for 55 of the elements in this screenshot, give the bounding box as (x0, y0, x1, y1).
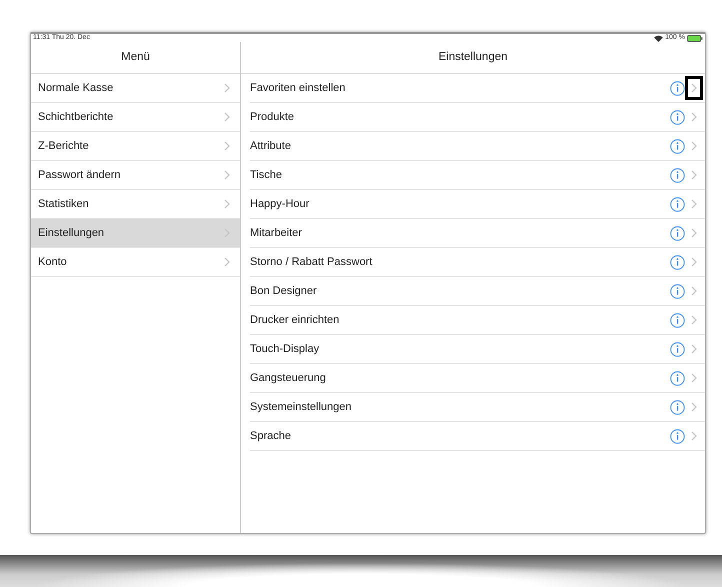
info-icon[interactable] (670, 312, 685, 328)
menu-item[interactable]: Z-Berichte (31, 132, 240, 161)
settings-item[interactable]: Mitarbeiter (250, 219, 705, 248)
chevron-icon (691, 170, 697, 180)
chevron-icon (691, 257, 697, 267)
info-icon[interactable] (670, 138, 685, 154)
menu-item[interactable]: Einstellungen (31, 219, 240, 248)
settings-item[interactable]: Storno / Rabatt Passwort (250, 248, 705, 277)
chevron-icon (691, 83, 697, 93)
info-icon[interactable] (670, 342, 685, 356)
info-icon[interactable] (670, 196, 685, 212)
info-icon[interactable] (670, 110, 685, 124)
chevron-icon (691, 344, 697, 354)
chevron-icon (224, 199, 230, 209)
menu-item[interactable]: Konto (31, 248, 240, 277)
info-icon[interactable] (670, 284, 685, 298)
settings-item[interactable]: Drucker einrichten (250, 306, 705, 335)
settings-item[interactable]: Sprache (250, 422, 705, 451)
chevron-icon (224, 170, 230, 180)
settings-item[interactable]: Tische (250, 161, 705, 190)
chevron-icon (691, 431, 697, 441)
info-icon[interactable] (670, 168, 685, 182)
info-icon[interactable] (670, 254, 685, 270)
chevron-icon (224, 112, 230, 122)
menu-title: Menü (31, 42, 240, 74)
chevron-icon (224, 257, 230, 267)
chevron-icon (691, 228, 697, 238)
menu-item[interactable]: Normale Kasse (31, 74, 240, 103)
info-icon[interactable] (670, 80, 685, 96)
info-icon[interactable] (670, 370, 685, 386)
chevron-icon (224, 141, 230, 151)
info-icon[interactable] (670, 226, 685, 240)
settings-item[interactable]: Happy-Hour (250, 190, 705, 219)
chevron-icon (224, 83, 230, 93)
settings-item[interactable]: Produkte (250, 103, 705, 132)
chevron-icon (691, 112, 697, 122)
settings-item[interactable]: Systemeinstellungen (250, 393, 705, 422)
settings-item[interactable]: Favoriten einstellen (250, 74, 705, 103)
settings-item[interactable]: Attribute (250, 132, 705, 161)
chevron-icon (691, 402, 697, 412)
settings-item[interactable]: Bon Designer (250, 277, 705, 306)
chevron-icon (691, 199, 697, 209)
settings-item[interactable]: Gangsteuerung (250, 364, 705, 393)
chevron-icon (691, 286, 697, 296)
battery-icon (687, 34, 703, 42)
settings-item[interactable]: Touch-Display (250, 335, 705, 364)
chevron-icon (691, 315, 697, 325)
info-icon[interactable] (670, 400, 685, 414)
menu-item[interactable]: Passwort ändern (31, 161, 240, 190)
chevron-icon (691, 141, 697, 151)
settings-title: Einstellungen (241, 42, 705, 74)
wifi-icon (654, 34, 664, 42)
menu-item[interactable]: Schichtberichte (31, 103, 240, 132)
chevron-icon (691, 373, 697, 383)
info-icon[interactable] (670, 428, 685, 444)
